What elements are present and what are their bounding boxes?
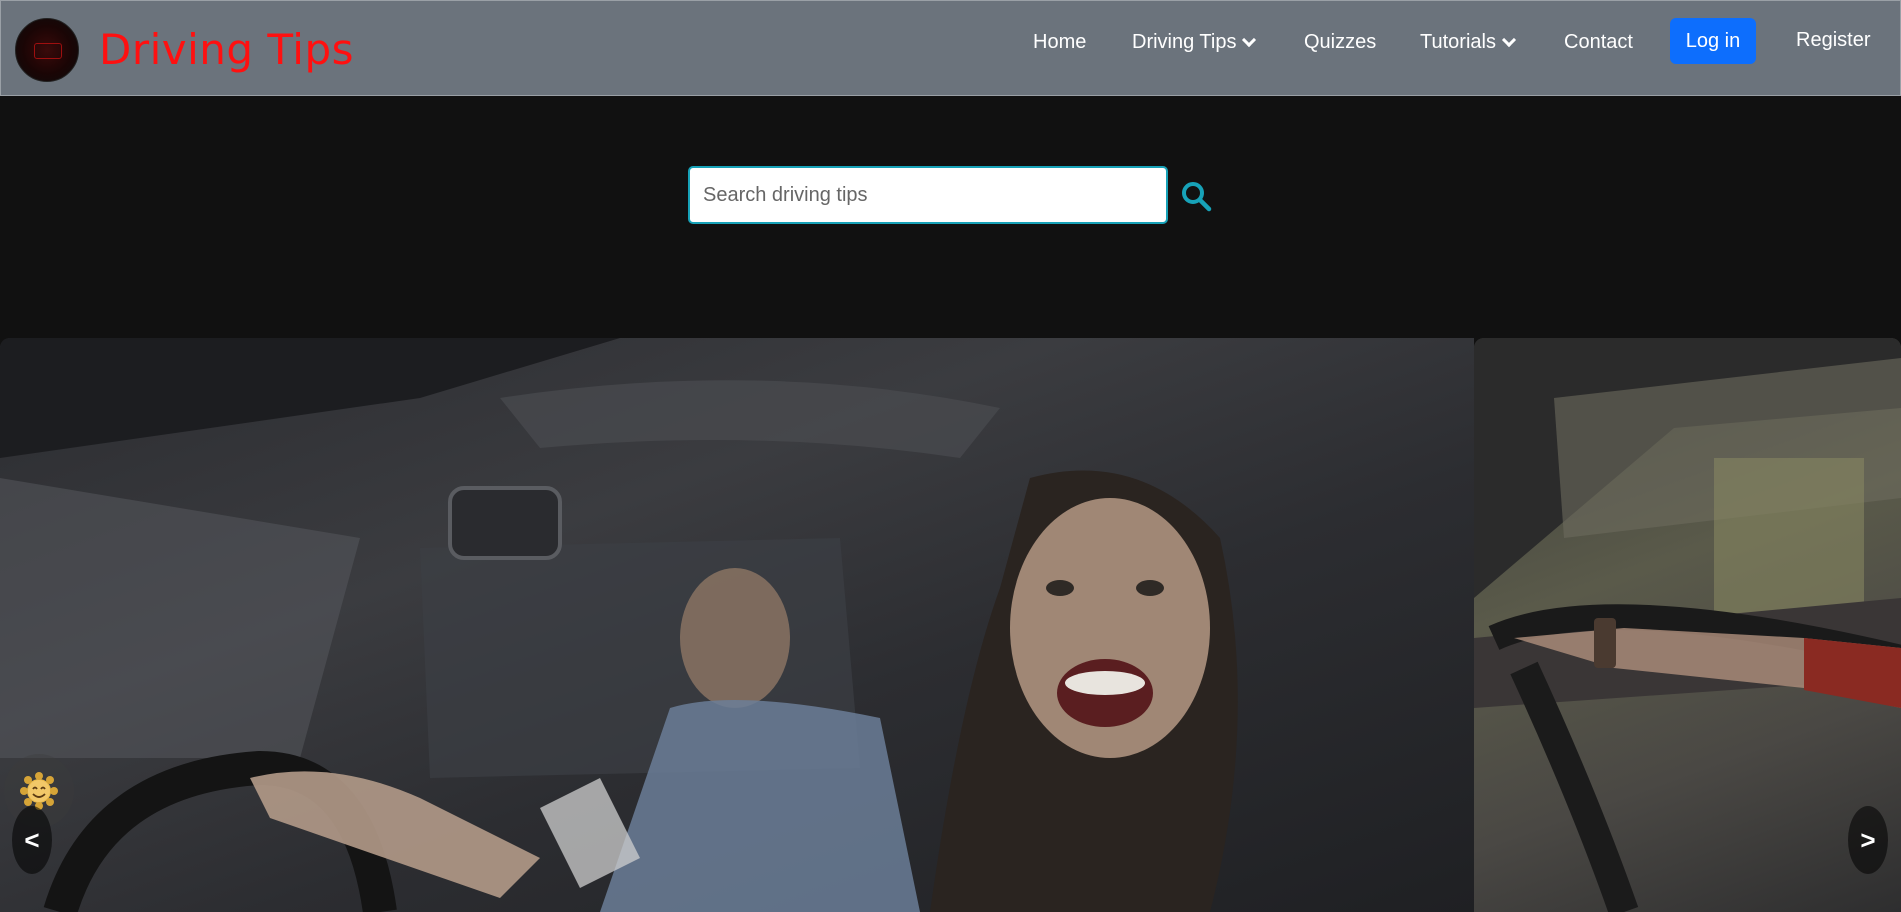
nav-quizzes[interactable]: Quizzes <box>1304 31 1376 54</box>
carousel-slide-steering[interactable] <box>1474 338 1901 912</box>
carousel-next-button[interactable]: > <box>1848 806 1888 874</box>
nav-home[interactable]: Home <box>1033 31 1086 54</box>
chevron-down-icon <box>1242 32 1257 47</box>
carousel-prev-button[interactable]: < <box>12 806 52 874</box>
nav-tutorials[interactable]: Tutorials <box>1420 31 1517 54</box>
driving-tips-logo[interactable] <box>15 18 79 82</box>
smiley-emoji-icon <box>20 772 58 810</box>
nav-contact-label: Contact <box>1564 31 1633 53</box>
search-input[interactable] <box>690 168 1166 222</box>
nav-contact[interactable]: Contact <box>1564 31 1633 54</box>
woman-driving-image <box>0 338 1238 912</box>
brand-name[interactable]: Driving Tips <box>99 25 354 74</box>
chevron-down-icon <box>1501 32 1517 47</box>
register-link[interactable]: Register <box>1796 29 1870 52</box>
search-icon[interactable] <box>1180 180 1212 212</box>
nav-quizzes-label: Quizzes <box>1304 31 1377 53</box>
nav-driving-tips[interactable]: Driving Tips <box>1132 31 1257 54</box>
login-button[interactable]: Log in <box>1670 18 1756 64</box>
nav-home-label: Home <box>1033 31 1087 53</box>
nav-tutorials-label: Tutorials <box>1420 31 1496 53</box>
carousel-slide-woman-driving[interactable] <box>0 338 1474 912</box>
navbar: Driving Tips Home Driving Tips Quizzes T… <box>0 0 1901 96</box>
steering-wheel-image <box>1474 338 1901 912</box>
image-carousel <box>0 338 1901 912</box>
search-box <box>688 166 1168 224</box>
nav-driving-tips-label: Driving Tips <box>1132 31 1237 53</box>
